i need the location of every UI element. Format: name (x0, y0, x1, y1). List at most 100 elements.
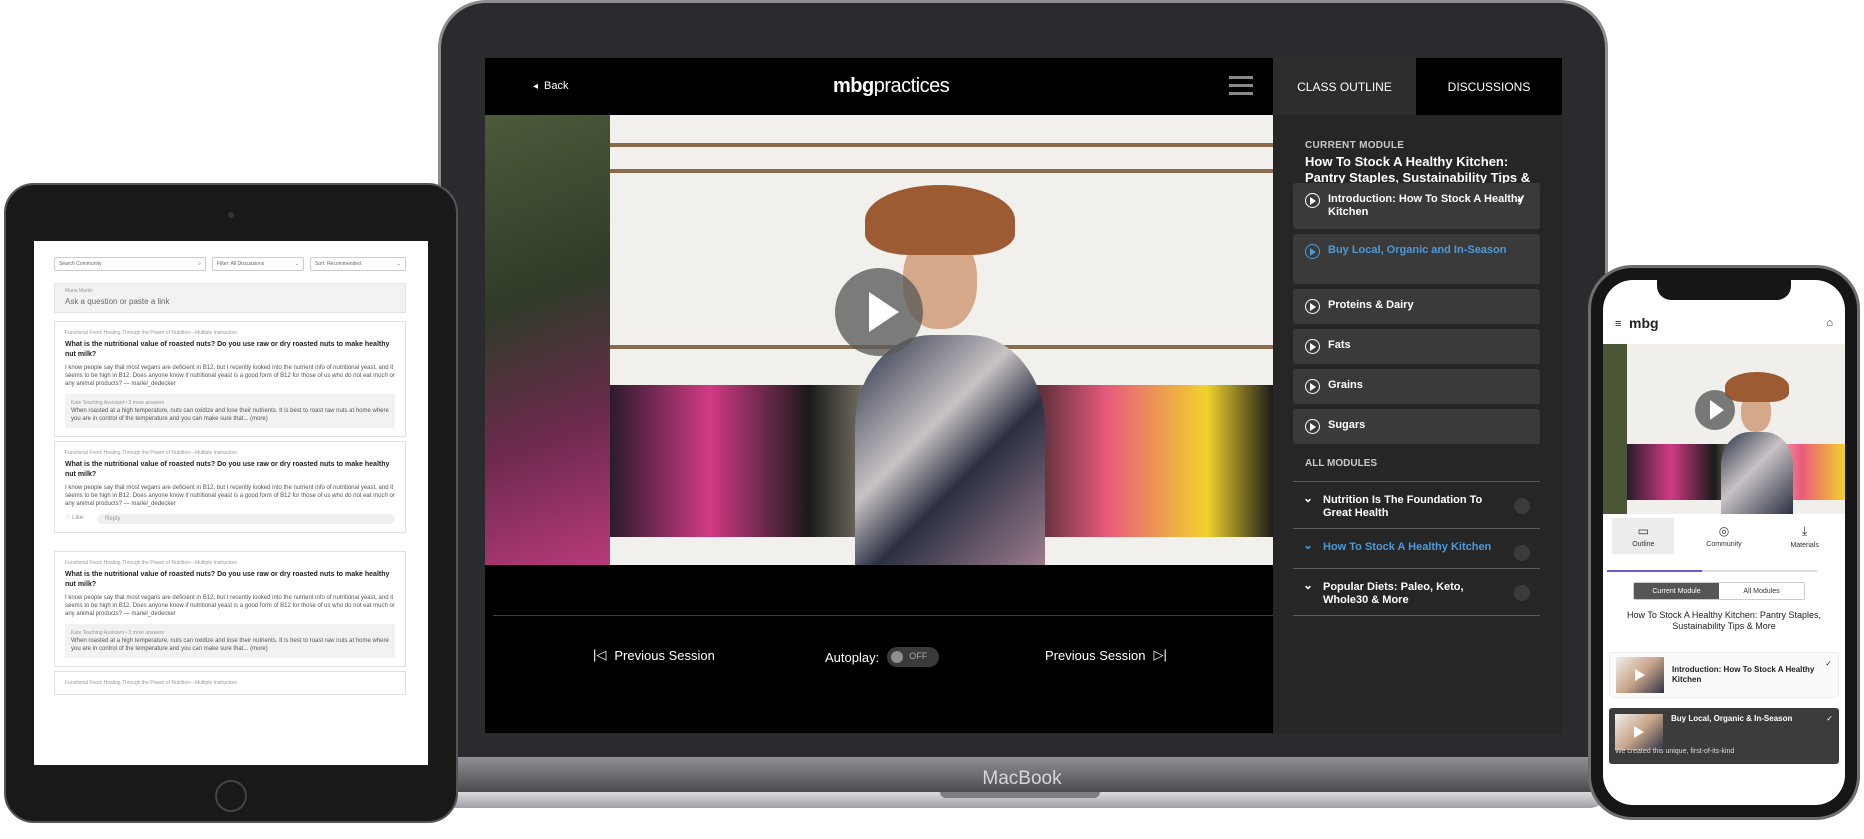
play-circle-icon (1305, 419, 1320, 434)
post-question: What is the nutritional value of roasted… (65, 571, 390, 588)
post-category: Functional Food: Healing Through the Pow… (65, 450, 237, 456)
hamburger-menu-icon[interactable]: ≡ (1615, 318, 1621, 330)
video-player[interactable] (485, 115, 1273, 565)
all-modules-label: ALL MODULES (1305, 458, 1378, 469)
phone-lesson-item[interactable]: Introduction: How To Stock A Healthy Kit… (1609, 652, 1839, 698)
previous-session-button[interactable]: |◁ Previous Session (593, 647, 715, 663)
current-module-label: CURRENT MODULE (1305, 140, 1405, 151)
lesson-thumbnail (1615, 714, 1663, 750)
module-label: How To Stock A Healthy Kitchen (1323, 541, 1492, 553)
presenter-scarf (855, 335, 1045, 565)
course-progress-bar (1607, 570, 1817, 572)
post-category: Functional Food: Healing Through the Pow… (65, 560, 237, 566)
module-status-dot (1514, 585, 1530, 601)
discussion-post[interactable]: Functional Food: Healing Through the Pow… (54, 441, 406, 533)
tab-materials[interactable]: ⤓ Materials (1774, 518, 1836, 554)
video-foliage (485, 115, 610, 565)
like-label: Like (72, 515, 84, 521)
search-community-input[interactable]: Search Community ⌕ (54, 257, 206, 271)
lesson-item-active[interactable]: Buy Local, Organic and In-Season (1293, 234, 1540, 284)
play-circle-icon (1305, 379, 1320, 394)
post-body: I know people say that most vegans are d… (65, 365, 395, 387)
autoplay-toggle[interactable]: OFF (887, 647, 940, 667)
reply-input[interactable]: Reply (97, 514, 395, 524)
brand-logo[interactable]: mbgpractices (833, 75, 950, 98)
lesson-description: We created this unique, first-of-its-kin… (1615, 748, 1735, 755)
phone-video-player[interactable] (1603, 344, 1845, 514)
reply-author: Kate Teaching Assistant • 3 more answers (71, 400, 165, 406)
discussion-post[interactable]: Functional Food: Healing Through the Pow… (54, 321, 406, 437)
discussion-post[interactable]: Functional Food: Healing Through the Pow… (54, 671, 406, 695)
play-button[interactable] (835, 268, 923, 356)
phone-module-title: How To Stock A Healthy Kitchen: Pantry S… (1627, 610, 1821, 631)
next-session-button[interactable]: Previous Session ▷| (1045, 647, 1167, 663)
checkmark-icon: ✓ (1515, 192, 1526, 206)
ask-placeholder: Ask a question or paste a link (65, 297, 170, 306)
phone-logo[interactable]: mbg (1629, 315, 1659, 331)
presenter-hat (1725, 372, 1789, 402)
lesson-item[interactable]: Grains (1293, 369, 1540, 404)
module-label: Popular Diets: Paleo, Keto, Whole30 & Mo… (1323, 581, 1464, 606)
lesson-label: Buy Local, Organic & In-Season (1671, 714, 1793, 723)
outline-icon: ▭ (1637, 524, 1649, 538)
post-category: Functional Food: Healing Through the Pow… (65, 330, 237, 336)
reply-preview[interactable]: Kate Teaching Assistant • 3 more answers… (65, 624, 395, 658)
filter-label: Sort: Recommended (315, 261, 361, 267)
chevron-down-icon: ⌄ (1303, 538, 1314, 552)
filter-dropdown[interactable]: Filter: All Discussions ⌄ (212, 257, 304, 271)
device-mockup-scene: MacBook ◂ Back mbgpractices |◁ Previous … (0, 0, 1864, 839)
player-header: ◂ Back mbgpractices (485, 58, 1273, 115)
chevron-left-icon: ◂ (533, 80, 539, 92)
checkmark-icon: ✓ (1826, 714, 1833, 723)
lesson-label: Sugars (1328, 419, 1366, 431)
tab-class-outline[interactable]: CLASS OUTLINE (1273, 58, 1416, 115)
lesson-item[interactable]: Proteins & Dairy (1293, 289, 1540, 324)
laptop-screen: ◂ Back mbgpractices |◁ Previous Session … (485, 58, 1562, 733)
like-button[interactable]: ♢ Like (65, 514, 83, 524)
post-question: What is the nutritional value of roasted… (65, 461, 390, 478)
video-presenter (855, 185, 1045, 565)
back-link[interactable]: ◂ Back (533, 80, 569, 92)
reply-preview[interactable]: Kate Teaching Assistant • 3 more answers… (65, 394, 395, 428)
tab-label: Materials (1790, 541, 1819, 549)
discussion-post[interactable]: Functional Food: Healing Through the Pow… (54, 551, 406, 667)
player-controls: |◁ Previous Session Autoplay: OFF Previo… (485, 565, 1273, 733)
lesson-item[interactable]: Sugars (1293, 409, 1540, 444)
segment-all-modules[interactable]: All Modules (1719, 583, 1804, 599)
lesson-item[interactable]: Fats (1293, 329, 1540, 364)
module-item[interactable]: ⌄ Nutrition Is The Foundation To Great H… (1293, 481, 1540, 528)
download-icon: ⤓ (1801, 523, 1808, 538)
post-body: I know people say that most vegans are d… (65, 485, 395, 507)
sort-dropdown[interactable]: Sort: Recommended ⌄ (310, 257, 406, 271)
lesson-label: Introduction: How To Stock A Healthy Kit… (1328, 193, 1524, 218)
shopping-bag-icon[interactable]: ⌂ (1826, 317, 1833, 329)
post-actions: ♢ Like Reply (65, 514, 395, 524)
tab-discussions[interactable]: DISCUSSIONS (1416, 58, 1562, 115)
filter-label: Search Community (59, 261, 102, 267)
home-button[interactable] (215, 780, 247, 812)
lesson-label: Proteins & Dairy (1328, 299, 1414, 311)
play-circle-icon (1305, 299, 1320, 314)
list-menu-icon[interactable] (1229, 76, 1253, 98)
plank-line (610, 143, 1273, 147)
tablet-screen: Search Community ⌕ Filter: All Discussio… (34, 241, 428, 765)
chevron-down-icon: ⌄ (1303, 491, 1314, 505)
reply-body: When roasted at a high temperature, nuts… (71, 408, 389, 422)
lesson-label: Buy Local, Organic and In-Season (1328, 244, 1507, 256)
phone-lesson-item-active[interactable]: Buy Local, Organic & In-Season ✓ (1609, 708, 1839, 764)
tab-community[interactable]: ◎ Community (1693, 518, 1755, 554)
play-circle-icon (1305, 339, 1320, 354)
filter-label: Filter: All Discussions (217, 261, 265, 267)
community-icon: ◎ (1718, 524, 1730, 538)
module-item[interactable]: ⌄ Popular Diets: Paleo, Keto, Whole30 & … (1293, 568, 1540, 616)
chevron-down-icon: ⌄ (294, 261, 299, 267)
play-button[interactable] (1695, 390, 1735, 430)
lesson-item[interactable]: Introduction: How To Stock A Healthy Kit… (1293, 183, 1540, 229)
post-category: Functional Food: Healing Through the Pow… (65, 680, 237, 686)
ask-question-input[interactable]: Maria Martin Ask a question or paste a l… (54, 283, 406, 313)
segment-current-module[interactable]: Current Module (1634, 583, 1719, 599)
tab-outline[interactable]: ▭ Outline (1612, 518, 1675, 554)
plank-line (610, 169, 1273, 173)
post-question: What is the nutritional value of roasted… (65, 341, 390, 358)
module-item-active[interactable]: ⌄ How To Stock A Healthy Kitchen (1293, 528, 1540, 562)
